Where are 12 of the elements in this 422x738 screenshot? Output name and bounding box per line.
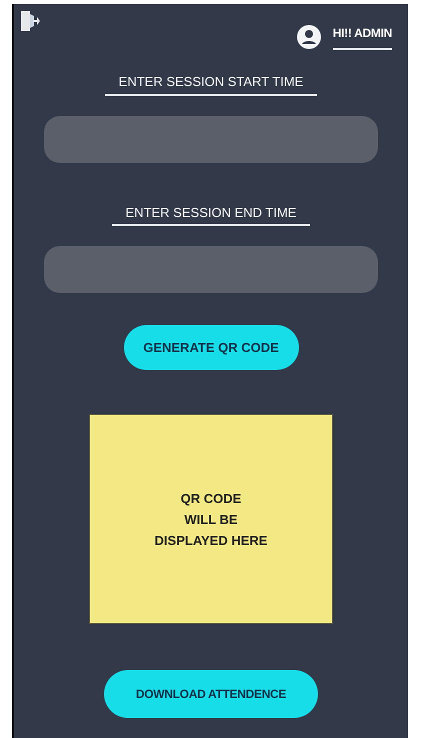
field-label: ENTER SESSION START TIME (104, 72, 318, 96)
placeholder-text: DISPLAYED HERE (154, 532, 268, 550)
greeting-link[interactable]: HI!! ADMIN (332, 24, 392, 50)
time-input[interactable] (44, 246, 378, 293)
field-label: ENTER SESSION END TIME (112, 202, 310, 226)
generate-qr-button[interactable]: GENERATE QR CODE (124, 325, 298, 370)
download-attendance-button[interactable]: DOWNLOAD ATTENDENCE (104, 670, 318, 718)
placeholder-text: QR CODE (180, 490, 242, 508)
logout-icon[interactable] (20, 10, 40, 32)
time-input[interactable] (44, 116, 378, 162)
placeholder-text: WILL BE (184, 510, 238, 528)
user-icon (296, 25, 321, 49)
